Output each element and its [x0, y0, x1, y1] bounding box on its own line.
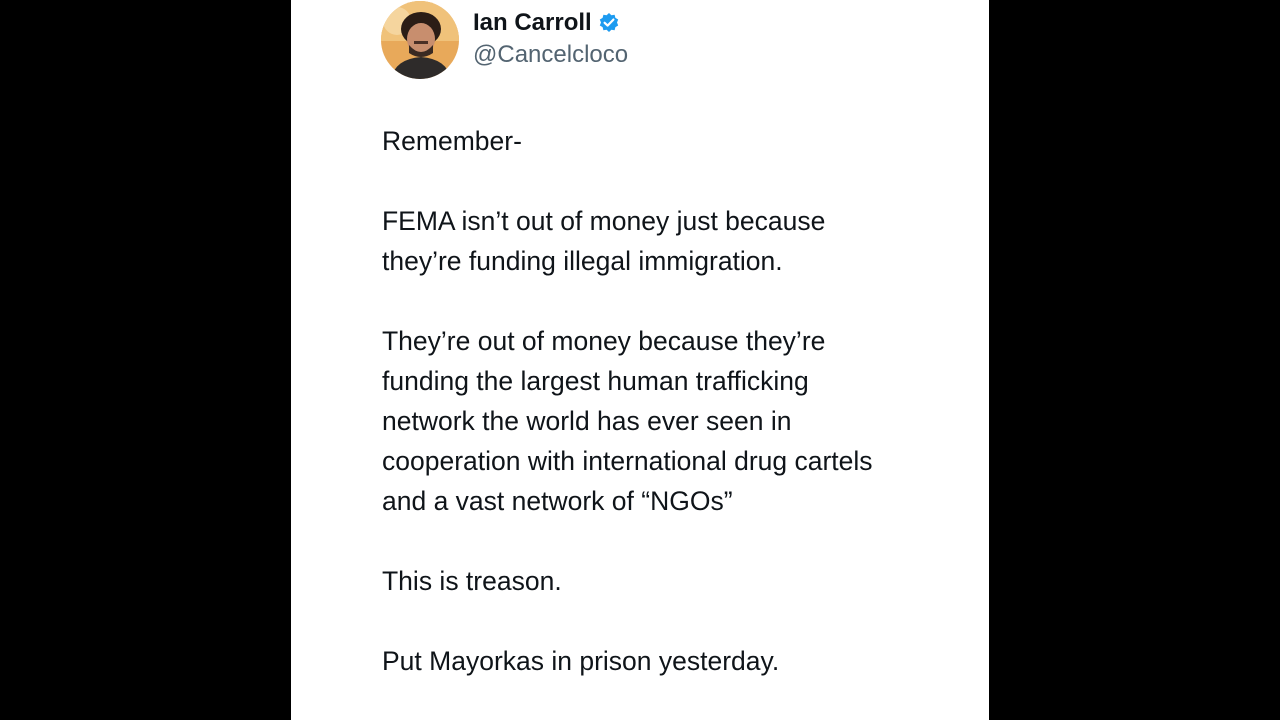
verified-badge-icon: [598, 12, 620, 34]
avatar[interactable]: [381, 1, 459, 79]
video-frame: Ian Carroll @Cancelcloco Remember- FEMA …: [0, 0, 1280, 720]
tweet-paragraph: Remember-: [382, 126, 522, 156]
author-info: Ian Carroll @Cancelcloco: [473, 8, 628, 70]
name-row: Ian Carroll: [473, 8, 628, 38]
tweet-paragraph: This is treason.: [382, 566, 562, 596]
tweet-text: Remember- FEMA isn’t out of money just b…: [382, 121, 972, 681]
tweet-paragraph: They’re out of money because they’re fun…: [382, 326, 873, 516]
author-handle[interactable]: @Cancelcloco: [473, 40, 628, 70]
tweet-card: Ian Carroll @Cancelcloco Remember- FEMA …: [291, 0, 989, 720]
profile-photo-icon: [381, 1, 459, 79]
tweet-paragraph: FEMA isn’t out of money just because the…: [382, 206, 826, 276]
tweet-header: Ian Carroll @Cancelcloco: [381, 0, 628, 80]
display-name[interactable]: Ian Carroll: [473, 8, 592, 38]
tweet-paragraph: Put Mayorkas in prison yesterday.: [382, 646, 780, 676]
